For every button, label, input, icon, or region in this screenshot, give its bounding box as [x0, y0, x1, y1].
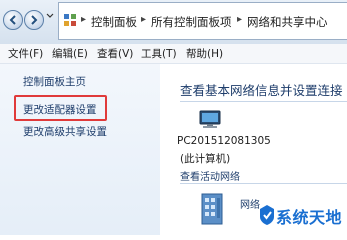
link-change-advanced-sharing[interactable]: 更改高级共享设置 — [23, 124, 107, 139]
back-button[interactable] — [3, 10, 23, 30]
menu-bar: 文件(F) 编辑(E) 查看(V) 工具(T) 帮助(H) — [0, 44, 347, 64]
menu-help[interactable]: 帮助(H) — [186, 46, 223, 61]
back-arrow-icon — [9, 15, 16, 25]
breadcrumb-separator-icon[interactable]: ▸ — [141, 14, 146, 25]
breadcrumb-all-items[interactable]: 所有控制面板项 — [151, 14, 232, 30]
forward-button[interactable] — [24, 10, 44, 30]
watermark-logo-icon — [260, 205, 274, 225]
menu-tools[interactable]: 工具(T) — [141, 46, 177, 61]
watermark: 系统天地 — [258, 200, 347, 230]
page-title: 查看基本网络信息并设置连接 — [180, 83, 343, 98]
breadcrumb-separator-icon[interactable]: ▸ — [237, 14, 242, 25]
divider — [180, 101, 347, 102]
forward-arrow-icon — [31, 15, 38, 25]
left-nav-pane — [0, 64, 160, 235]
computer-icon — [199, 110, 221, 128]
menu-file[interactable]: 文件(F) — [8, 46, 43, 61]
menu-edit[interactable]: 编辑(E) — [52, 46, 88, 61]
highlight-box — [14, 95, 107, 121]
breadcrumb-network-center[interactable]: 网络和共享中心 — [247, 14, 328, 30]
menu-view[interactable]: 查看(V) — [97, 46, 133, 61]
watermark-text: 系统天地 — [276, 208, 343, 227]
breadcrumb-separator-icon[interactable]: ▸ — [81, 14, 86, 25]
address-bar: ▸ 控制面板 ▸ 所有控制面板项 ▸ 网络和共享中心 — [0, 0, 347, 44]
computer-caption: (此计算机) — [180, 153, 231, 165]
control-panel-icon — [64, 14, 76, 26]
active-networks-label: 查看活动网络 — [180, 172, 240, 183]
network-building-icon — [201, 193, 223, 225]
computer-name[interactable]: PC201512081305 — [177, 135, 271, 147]
divider — [180, 183, 347, 184]
breadcrumb-control-panel[interactable]: 控制面板 — [91, 14, 137, 30]
link-control-panel-home[interactable]: 控制面板主页 — [23, 74, 86, 89]
address-path[interactable]: ▸ 控制面板 ▸ 所有控制面板项 ▸ 网络和共享中心 — [58, 2, 347, 40]
recent-pages-dropdown-icon[interactable] — [45, 10, 55, 20]
network-name[interactable]: 网络 — [240, 196, 260, 211]
